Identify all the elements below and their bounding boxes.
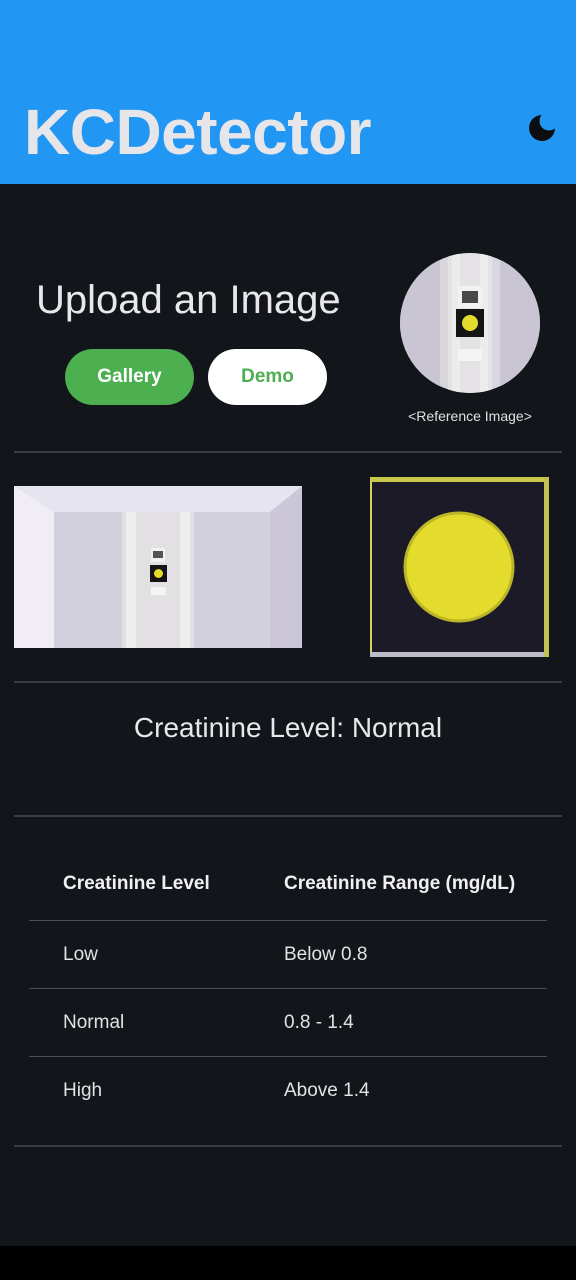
app-screen: KCDetector Upload an Image Gallery Demo … <box>0 0 576 1280</box>
table-cell-range: Below 0.8 <box>284 943 368 965</box>
creatinine-table: Creatinine Level Creatinine Range (mg/dL… <box>29 848 547 1124</box>
table-row: Low Below 0.8 <box>29 920 547 988</box>
app-title: KCDetector <box>24 96 372 168</box>
moon-icon[interactable] <box>522 108 562 148</box>
demo-button[interactable]: Demo <box>208 349 327 405</box>
divider <box>14 451 562 453</box>
app-bar: KCDetector <box>0 0 576 184</box>
divider <box>14 815 562 817</box>
upload-heading: Upload an Image <box>36 278 341 322</box>
table-header-range: Creatinine Range (mg/dL) <box>284 873 516 894</box>
table-row: High Above 1.4 <box>29 1056 547 1124</box>
table-cell-level: Low <box>63 943 98 965</box>
system-navigation-bar <box>0 1246 576 1280</box>
divider <box>14 1145 562 1147</box>
table-cell-range: Above 1.4 <box>284 1079 370 1101</box>
table-cell-level: Normal <box>63 1011 125 1033</box>
captured-image <box>14 486 302 648</box>
table-cell-level: High <box>63 1079 103 1101</box>
result-text: Creatinine Level: Normal <box>133 712 443 743</box>
table-header-row: Creatinine Level Creatinine Range (mg/dL… <box>29 848 547 920</box>
table-row: Normal 0.8 - 1.4 <box>29 988 547 1056</box>
divider <box>14 681 562 683</box>
table-header-level: Creatinine Level <box>63 873 210 894</box>
gallery-button[interactable]: Gallery <box>65 349 194 405</box>
cropped-strip-image <box>370 477 549 657</box>
reference-image <box>400 253 540 393</box>
reference-image-caption: <Reference Image> <box>408 408 532 424</box>
table-cell-range: 0.8 - 1.4 <box>284 1011 354 1033</box>
